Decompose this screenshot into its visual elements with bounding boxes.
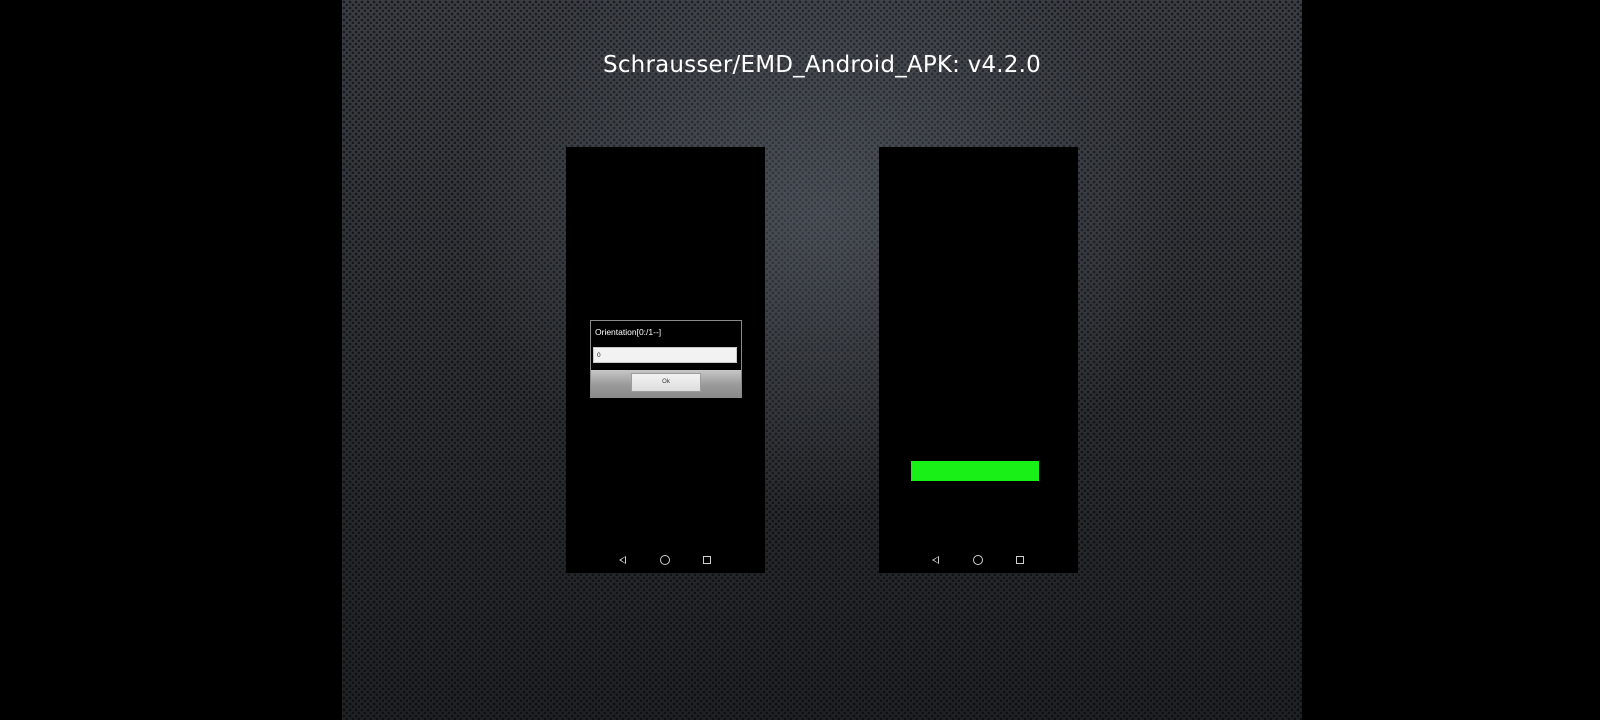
navigation-bar [566, 553, 765, 567]
left-phone-screen: Orientation[0:/1--] 0 Ok [566, 147, 765, 573]
back-icon[interactable] [615, 553, 629, 567]
orientation-input[interactable]: 0 [593, 347, 737, 363]
page-title: Schrausser/EMD_Android_APK: v4.2.0 [603, 52, 1041, 78]
back-icon[interactable] [928, 553, 942, 567]
dialog-title: Orientation[0:/1--] [595, 327, 662, 337]
home-icon[interactable] [971, 553, 985, 567]
home-icon[interactable] [658, 553, 672, 567]
orientation-dialog: Orientation[0:/1--] 0 Ok [590, 320, 742, 398]
ok-button[interactable]: Ok [631, 373, 701, 392]
right-phone-screen [879, 147, 1078, 573]
background-panel: Schrausser/EMD_Android_APK: v4.2.0 Orien… [342, 0, 1302, 720]
navigation-bar [879, 553, 1078, 567]
dialog-footer: Ok [591, 370, 741, 397]
recent-apps-icon[interactable] [700, 553, 714, 567]
green-bar [911, 461, 1039, 481]
recent-apps-icon[interactable] [1013, 553, 1027, 567]
